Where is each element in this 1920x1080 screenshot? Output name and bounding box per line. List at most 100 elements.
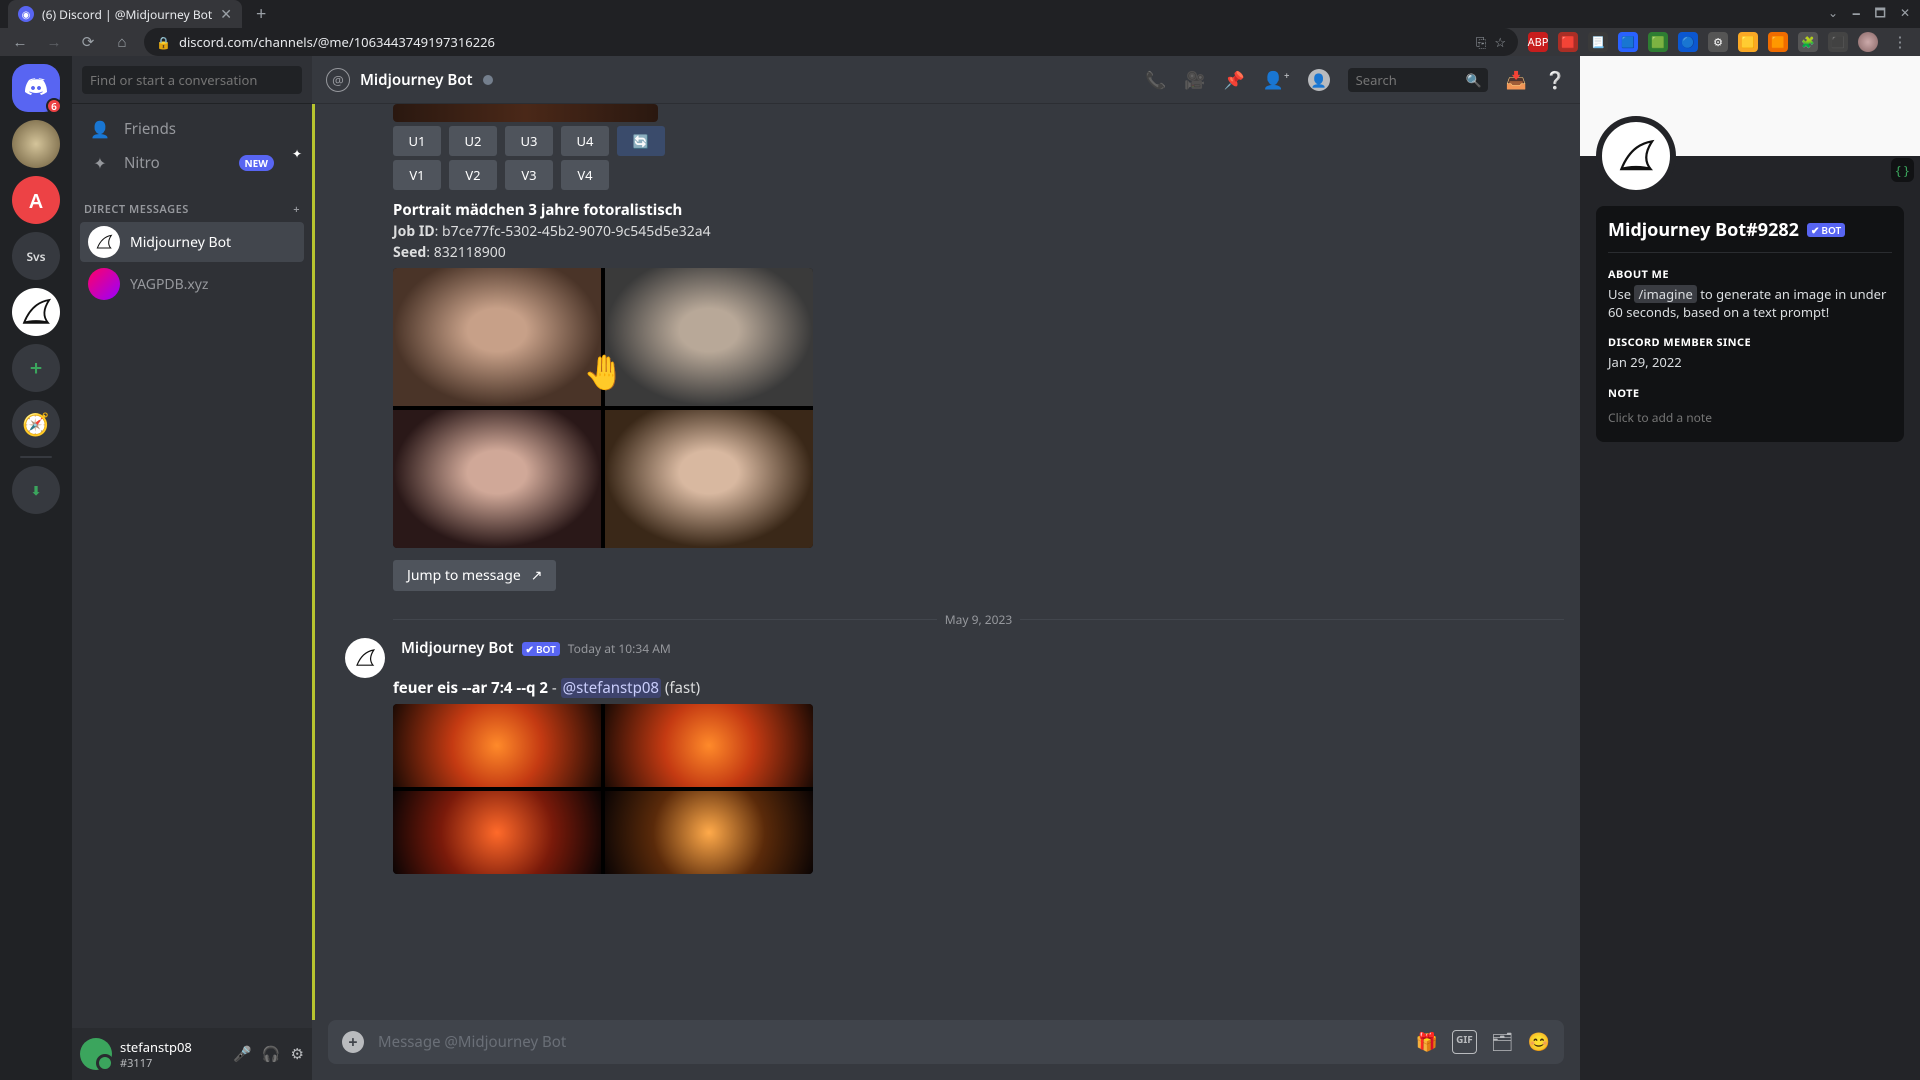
- message-input[interactable]: Message @Midjourney Bot: [378, 1032, 1402, 1052]
- user-mention[interactable]: @stefanstp08: [561, 678, 661, 698]
- chat-scroll[interactable]: U1 U2 U3 U4 🔄 V1 V2 V3 V4 Portrait mädch…: [312, 104, 1580, 1020]
- voice-call-icon[interactable]: 📞: [1145, 68, 1166, 91]
- address-bar: ← → ⟳ ⌂ 🔒 discord.com/channels/@me/10634…: [0, 28, 1920, 56]
- friends-tab[interactable]: 👤 Friends: [80, 112, 304, 146]
- forward-icon[interactable]: →: [42, 32, 66, 52]
- star-icon[interactable]: ☆: [1494, 33, 1506, 51]
- extensions-puzzle-icon[interactable]: 🧩: [1798, 32, 1818, 52]
- explore-servers-button[interactable]: 🧭: [12, 400, 60, 448]
- v2-button[interactable]: V2: [449, 160, 497, 190]
- deafen-icon[interactable]: 🎧: [262, 1044, 281, 1064]
- user-info[interactable]: stefanstp08 #3117: [120, 1038, 225, 1071]
- side-panel-icon[interactable]: ⬛: [1828, 32, 1848, 52]
- v1-button[interactable]: V1: [393, 160, 441, 190]
- add-friends-icon[interactable]: 👤⁺: [1263, 68, 1290, 91]
- extensions: ABP 🟥 📃 🟦 🟩 🔵 ⚙ 🟨 🟧 🧩 ⬛ ⋮: [1528, 32, 1912, 52]
- find-conversation-input[interactable]: [82, 66, 302, 94]
- chevron-down-icon[interactable]: ⌄: [1828, 4, 1838, 25]
- about-text: Use /imagine to generate an image in und…: [1608, 286, 1892, 321]
- window-controls: ⌄ 🗕 🗖 ✕: [1828, 4, 1920, 25]
- dm-item-yagpdb[interactable]: YAGPDB.xyz: [80, 264, 304, 304]
- new-tab-button[interactable]: +: [248, 2, 274, 26]
- nitro-tab[interactable]: ✦ Nitro NEW ✦: [80, 146, 304, 180]
- ext-icon[interactable]: 🟩: [1648, 32, 1668, 52]
- composer-box[interactable]: + Message @Midjourney Bot 🎁 GIF 🗂 😊: [328, 1020, 1564, 1064]
- user-profile-icon[interactable]: 👤: [1308, 69, 1330, 91]
- tab-close-icon[interactable]: ✕: [220, 5, 232, 24]
- inbox-icon[interactable]: 📥: [1506, 68, 1527, 91]
- dev-badge[interactable]: { }: [1891, 158, 1914, 182]
- message-author[interactable]: Midjourney Bot: [401, 638, 514, 658]
- gift-icon[interactable]: 🎁: [1416, 1030, 1438, 1054]
- guild-item[interactable]: Svs: [12, 232, 60, 280]
- grid-image-4: [605, 791, 813, 874]
- ext-icon[interactable]: 🔵: [1678, 32, 1698, 52]
- channel-header: @ Midjourney Bot 📞 🎥 📌 👤⁺ 👤 🔍 📥 ❔: [312, 56, 1580, 104]
- close-icon[interactable]: ✕: [1900, 4, 1910, 25]
- add-server-button[interactable]: +: [12, 344, 60, 392]
- settings-icon[interactable]: ⚙: [291, 1044, 304, 1064]
- home-icon[interactable]: ⌂: [110, 32, 134, 52]
- message-block: Midjourney Bot ✔ BOT Today at 10:34 AM f…: [393, 638, 1564, 874]
- u2-button[interactable]: U2: [449, 126, 497, 156]
- seed-line: Seed: 832118900: [393, 243, 1564, 262]
- kebab-icon[interactable]: ⋮: [1888, 32, 1912, 52]
- u3-button[interactable]: U3: [505, 126, 553, 156]
- u4-button[interactable]: U4: [561, 126, 609, 156]
- reroll-icon: 🔄: [633, 132, 649, 150]
- guild-item[interactable]: [12, 120, 60, 168]
- image-grid-fire[interactable]: [393, 704, 813, 874]
- install-app-icon[interactable]: ⎘: [1476, 33, 1486, 51]
- guild-item[interactable]: A: [12, 176, 60, 224]
- url-box[interactable]: 🔒 discord.com/channels/@me/1063443749197…: [144, 28, 1518, 56]
- dm-item-midjourney[interactable]: Midjourney Bot: [80, 222, 304, 262]
- bot-tag: ✔ BOT: [1807, 223, 1845, 237]
- minimize-icon[interactable]: 🗕: [1852, 4, 1861, 25]
- message-avatar[interactable]: [345, 638, 385, 678]
- emoji-icon[interactable]: 😊: [1528, 1030, 1550, 1054]
- channel-sidebar: 👤 Friends ✦ Nitro NEW ✦ DIRECT MESSAGES …: [72, 56, 312, 1080]
- ext-icon[interactable]: 🟦: [1618, 32, 1638, 52]
- grid-image-1: [393, 268, 601, 406]
- profile-avatar-icon[interactable]: [1858, 32, 1878, 52]
- help-icon[interactable]: ❔: [1545, 68, 1566, 91]
- quick-switcher[interactable]: [72, 56, 312, 104]
- main-content: @ Midjourney Bot 📞 🎥 📌 👤⁺ 👤 🔍 📥 ❔: [312, 56, 1580, 1080]
- video-call-icon[interactable]: 🎥: [1184, 68, 1205, 91]
- profile-name: Midjourney Bot#9282 ✔ BOT: [1608, 218, 1892, 242]
- jump-to-message-button[interactable]: Jump to message ↗: [393, 560, 556, 591]
- ext-icon[interactable]: 📃: [1588, 32, 1608, 52]
- grid-image-2: [605, 268, 813, 406]
- maximize-icon[interactable]: 🗖: [1875, 4, 1886, 25]
- image-grid-peek[interactable]: [393, 104, 658, 122]
- user-avatar[interactable]: [80, 1038, 112, 1070]
- ext-icon[interactable]: ⚙: [1708, 32, 1728, 52]
- ext-icon[interactable]: 🟧: [1768, 32, 1788, 52]
- v3-button[interactable]: V3: [505, 160, 553, 190]
- v4-button[interactable]: V4: [561, 160, 609, 190]
- upscale-row: U1 U2 U3 U4 🔄: [393, 126, 1564, 156]
- image-grid-portrait[interactable]: 🤚: [393, 268, 813, 548]
- reroll-button[interactable]: 🔄: [617, 126, 665, 156]
- attach-icon[interactable]: +: [342, 1031, 364, 1053]
- sticker-icon[interactable]: 🗂: [1491, 1030, 1514, 1054]
- browser-tab[interactable]: ◉ (6) Discord | @Midjourney Bot ✕: [8, 0, 242, 28]
- lock-icon: 🔒: [156, 34, 171, 51]
- back-icon[interactable]: ←: [8, 32, 32, 52]
- profile-avatar[interactable]: [1596, 116, 1676, 196]
- guild-item[interactable]: [12, 288, 60, 336]
- u1-button[interactable]: U1: [393, 126, 441, 156]
- mute-icon[interactable]: 🎤: [233, 1044, 252, 1064]
- gif-icon[interactable]: GIF: [1452, 1030, 1477, 1054]
- pinned-icon[interactable]: 📌: [1224, 68, 1245, 91]
- ext-icon[interactable]: 🟥: [1558, 32, 1578, 52]
- note-input[interactable]: [1608, 405, 1892, 430]
- reload-icon[interactable]: ⟳: [76, 32, 100, 52]
- ext-icon[interactable]: 🟨: [1738, 32, 1758, 52]
- create-dm-icon[interactable]: +: [293, 202, 300, 217]
- new-badge: NEW: [239, 155, 274, 171]
- download-apps-button[interactable]: ⬇: [12, 466, 60, 514]
- home-button[interactable]: 6: [12, 64, 60, 112]
- ext-abp-icon[interactable]: ABP: [1528, 32, 1548, 52]
- message-timestamp: Today at 10:34 AM: [568, 640, 671, 657]
